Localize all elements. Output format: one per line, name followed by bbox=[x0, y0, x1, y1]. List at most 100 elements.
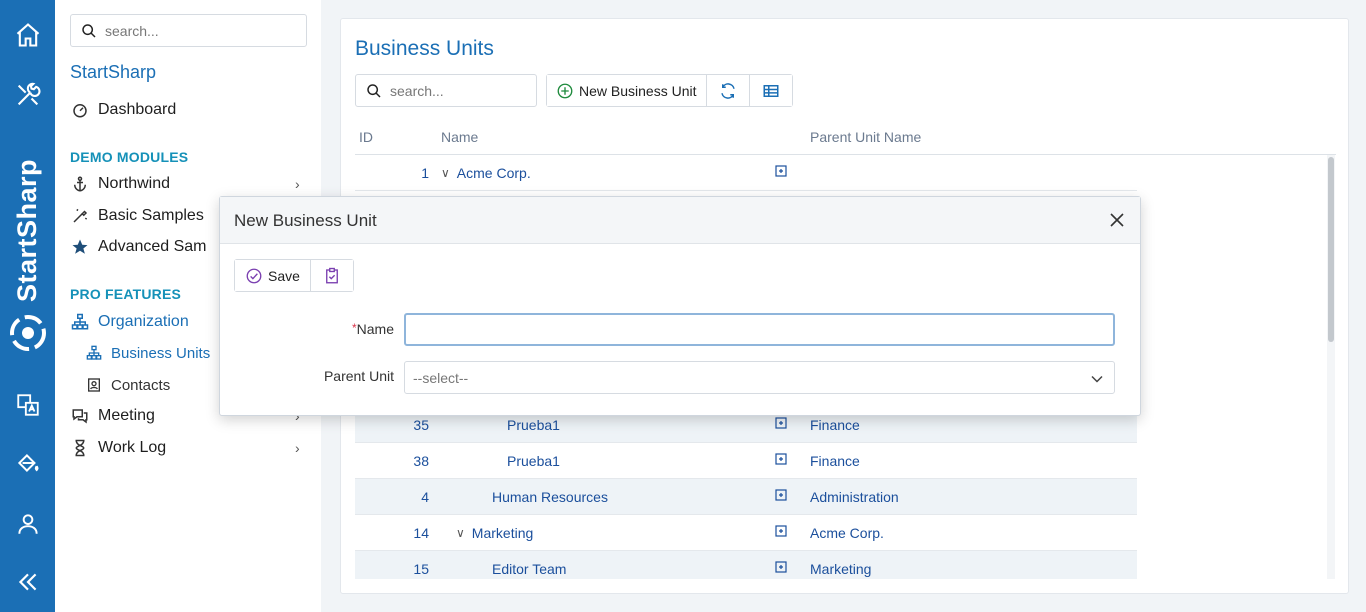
row-id: 38 bbox=[413, 453, 429, 469]
nav-dashboard[interactable]: Dashboard bbox=[70, 100, 176, 120]
paint-bucket-icon[interactable] bbox=[8, 443, 48, 483]
edit-icon[interactable] bbox=[775, 525, 787, 537]
grid-scrollbar[interactable] bbox=[1327, 155, 1335, 579]
home-icon[interactable] bbox=[8, 15, 48, 55]
row-id: 15 bbox=[413, 561, 429, 577]
table-row[interactable]: 38 Prueba1 Finance bbox=[355, 443, 1137, 479]
row-name: Prueba1 bbox=[507, 453, 560, 469]
nav-contacts-label: Contacts bbox=[111, 376, 171, 394]
user-icon[interactable] bbox=[8, 504, 48, 544]
row-id: 4 bbox=[421, 489, 429, 505]
hourglass-icon bbox=[70, 438, 90, 458]
new-business-unit-label: New Business Unit bbox=[579, 82, 697, 99]
org-chart-icon bbox=[85, 344, 103, 362]
column-picker-button[interactable] bbox=[749, 75, 792, 106]
edit-icon[interactable] bbox=[775, 561, 787, 573]
table-row[interactable]: 4 Human Resources Administration bbox=[355, 479, 1137, 515]
search-icon bbox=[82, 23, 96, 38]
chevron-down-icon[interactable]: ∨ bbox=[456, 526, 465, 540]
row-name-link[interactable]: Prueba1 bbox=[507, 417, 560, 433]
row-id: 35 bbox=[413, 417, 429, 433]
row-parent[interactable]: Administration bbox=[810, 489, 899, 505]
dialog-title: New Business Unit bbox=[234, 211, 377, 230]
nav-search-box[interactable] bbox=[70, 14, 307, 47]
row-id: 1 bbox=[421, 165, 429, 181]
table-row[interactable]: 1 ∨ Acme Corp. bbox=[355, 155, 1137, 191]
row-id: 14 bbox=[413, 525, 429, 541]
row-name-link[interactable]: Human Resources bbox=[492, 489, 608, 505]
edit-icon[interactable] bbox=[775, 417, 787, 429]
name-field[interactable] bbox=[404, 313, 1115, 346]
column-header-parent[interactable]: Parent Unit Name bbox=[810, 129, 921, 145]
edit-icon[interactable] bbox=[775, 453, 787, 465]
close-icon[interactable] bbox=[1108, 211, 1126, 229]
row-name-link[interactable]: ∨ Acme Corp. bbox=[441, 165, 531, 181]
new-business-unit-button[interactable]: New Business Unit bbox=[547, 75, 707, 106]
row-parent[interactable]: Marketing bbox=[810, 561, 871, 577]
chevron-right-icon: › bbox=[295, 176, 300, 192]
grid-header: ID Name Parent Unit Name bbox=[355, 119, 1336, 155]
nav-work-log[interactable]: Work Log bbox=[70, 438, 166, 458]
wand-icon bbox=[70, 206, 90, 226]
page-title: Business Units bbox=[355, 37, 494, 60]
row-parent[interactable]: Finance bbox=[810, 453, 860, 469]
grid-search-box[interactable] bbox=[355, 74, 537, 107]
row-parent[interactable]: Finance bbox=[810, 417, 860, 433]
chevron-down-icon[interactable]: ∨ bbox=[441, 166, 450, 180]
row-name: Editor Team bbox=[492, 561, 567, 577]
nav-northwind-label: Northwind bbox=[98, 175, 171, 192]
apply-button[interactable] bbox=[310, 260, 353, 291]
refresh-icon bbox=[720, 82, 735, 99]
table-row[interactable]: 15 Editor Team Marketing bbox=[355, 551, 1137, 579]
row-name-link[interactable]: Prueba1 bbox=[507, 453, 560, 469]
nav-northwind[interactable]: Northwind bbox=[70, 174, 170, 194]
nav-advanced-samples[interactable]: Advanced Sam bbox=[70, 237, 207, 257]
nav-meeting[interactable]: Meeting bbox=[70, 406, 155, 426]
chat-icon bbox=[70, 406, 90, 426]
row-name-link[interactable]: ∨ Marketing bbox=[456, 525, 533, 541]
contact-card-icon bbox=[85, 376, 103, 394]
nav-basic-samples[interactable]: Basic Samples bbox=[70, 206, 204, 226]
nav-work-log-label: Work Log bbox=[98, 439, 167, 456]
refresh-button[interactable] bbox=[706, 75, 750, 106]
new-business-unit-dialog: New Business Unit Save *Name Parent Unit… bbox=[219, 196, 1141, 416]
pro-features-header: PRO FEATURES bbox=[70, 286, 182, 302]
table-icon bbox=[763, 84, 778, 97]
collapse-icon[interactable] bbox=[8, 562, 48, 602]
dialog-toolbar: Save bbox=[234, 259, 354, 292]
brand-logo-icon bbox=[9, 314, 47, 352]
grid-search-input[interactable] bbox=[390, 82, 530, 99]
icon-rail: StartSharp bbox=[0, 0, 55, 612]
scroll-thumb[interactable] bbox=[1328, 157, 1334, 342]
row-name: Marketing bbox=[471, 525, 534, 541]
column-header-name[interactable]: Name bbox=[441, 129, 478, 145]
star-icon bbox=[70, 237, 90, 257]
nav-advanced-samples-label: Advanced Sam bbox=[98, 238, 207, 255]
edit-icon[interactable] bbox=[775, 165, 787, 177]
translate-icon[interactable] bbox=[8, 385, 48, 425]
parent-unit-select[interactable]: --select-- bbox=[404, 361, 1115, 394]
table-row[interactable]: 14 ∨ Marketing Acme Corp. bbox=[355, 515, 1137, 551]
nav-search-input[interactable] bbox=[105, 22, 285, 39]
tools-icon[interactable] bbox=[8, 75, 48, 115]
row-name-link[interactable]: Editor Team bbox=[492, 561, 566, 577]
chevron-down-icon bbox=[1091, 375, 1103, 383]
row-parent[interactable]: Acme Corp. bbox=[810, 525, 884, 541]
save-label: Save bbox=[268, 267, 300, 284]
grid-toolbar: New Business Unit bbox=[546, 74, 793, 107]
brand-wordmark: StartSharp bbox=[12, 158, 43, 302]
nav-organization[interactable]: Organization bbox=[70, 312, 189, 332]
nav-basic-samples-label: Basic Samples bbox=[98, 207, 204, 224]
parent-unit-value: --select-- bbox=[413, 369, 469, 386]
dashboard-icon bbox=[70, 100, 90, 120]
nav-business-units[interactable]: Business Units bbox=[85, 344, 210, 362]
edit-icon[interactable] bbox=[775, 489, 787, 501]
nav-organization-label: Organization bbox=[98, 313, 189, 330]
org-chart-icon bbox=[70, 312, 90, 332]
nav-meeting-label: Meeting bbox=[98, 407, 155, 424]
nav-contacts[interactable]: Contacts bbox=[85, 376, 170, 394]
search-icon bbox=[367, 83, 381, 98]
demo-modules-header: DEMO MODULES bbox=[70, 149, 189, 165]
column-header-id[interactable]: ID bbox=[359, 129, 373, 145]
save-button[interactable]: Save bbox=[235, 260, 311, 291]
